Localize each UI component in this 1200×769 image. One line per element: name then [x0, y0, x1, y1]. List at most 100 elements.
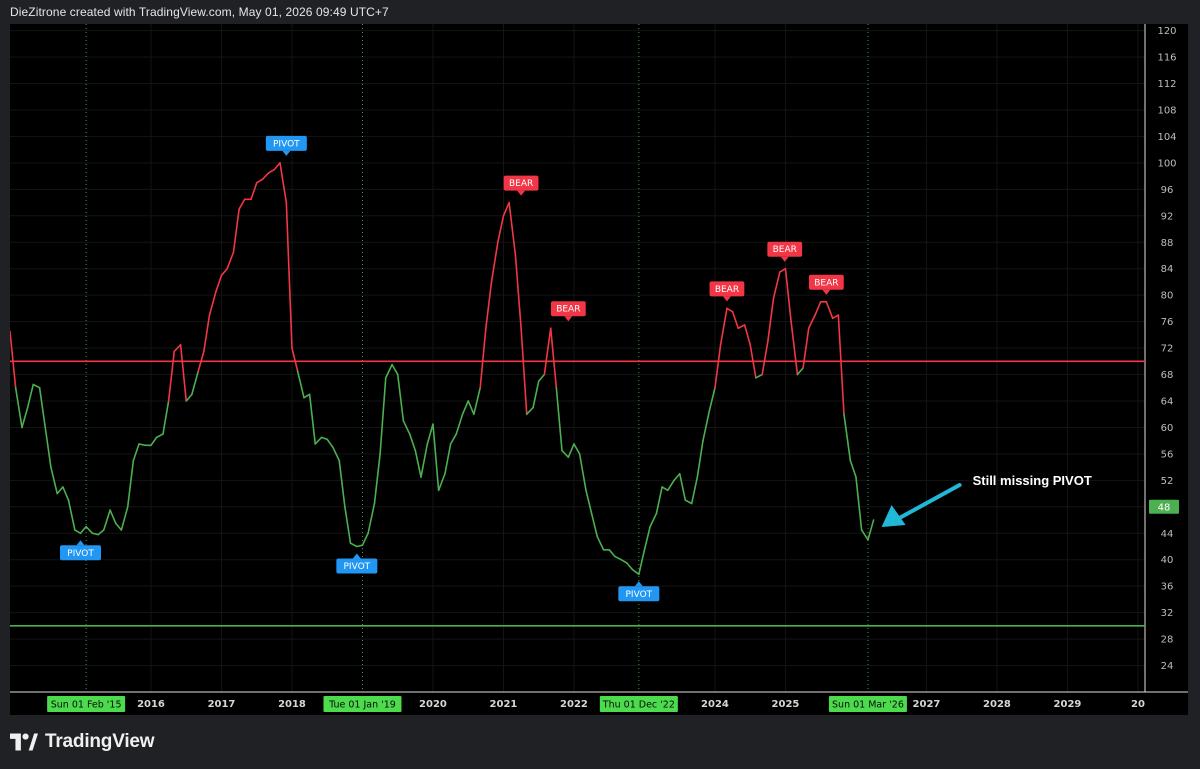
- series-segment: [132, 443, 140, 462]
- y-tick-label: 56: [1161, 449, 1174, 460]
- series-segment: [291, 347, 299, 373]
- series-segment: [373, 453, 381, 505]
- tradingview-logo[interactable]: TradingView: [10, 731, 155, 753]
- series-segment: [255, 178, 264, 184]
- series-segment: [655, 486, 663, 515]
- series-segment: [102, 509, 111, 531]
- y-tick-label: 76: [1161, 317, 1174, 328]
- bear-tag-label: BEAR: [715, 285, 739, 295]
- series-segment: [391, 363, 399, 376]
- series-segment: [578, 453, 587, 492]
- y-tick-label: 100: [1157, 158, 1176, 169]
- x-tick-label: 2024: [701, 699, 729, 710]
- series-segment: [726, 307, 734, 313]
- y-tick-label: 116: [1157, 53, 1176, 64]
- bear-tag-pointer: [564, 316, 573, 322]
- pivot-tag-label: PIVOT: [344, 562, 371, 572]
- series-segment: [696, 439, 704, 478]
- series-segment: [120, 506, 129, 531]
- date-badge-label: Sun 01 Mar '26: [832, 700, 904, 711]
- x-tick-label: 2029: [1054, 699, 1082, 710]
- y-tick-label: 40: [1161, 555, 1174, 566]
- series-segment: [303, 393, 311, 399]
- series-segment: [384, 363, 393, 379]
- series-segment: [638, 549, 646, 576]
- series-segment: [215, 274, 223, 293]
- series-segment: [831, 314, 840, 320]
- x-tick-label: 2018: [278, 699, 306, 710]
- series-segment: [860, 529, 869, 541]
- series-segment: [220, 267, 228, 277]
- series-segment: [555, 386, 563, 452]
- series-segment: [743, 324, 752, 346]
- date-badge-label: Tue 01 Jan '19: [328, 700, 396, 711]
- series-segment: [532, 380, 540, 409]
- y-tick-label: 24: [1161, 661, 1174, 672]
- series-segment: [155, 433, 164, 439]
- series-segment: [814, 300, 822, 316]
- series-segment: [185, 393, 193, 402]
- y-tick-label: 104: [1157, 132, 1176, 143]
- bear-tag-label: BEAR: [556, 305, 580, 315]
- series-segment: [596, 535, 605, 551]
- series-segment: [396, 373, 405, 422]
- series-segment: [849, 459, 857, 478]
- chart-footer: [0, 715, 1200, 769]
- series-segment: [314, 436, 323, 445]
- series-segment: [21, 406, 29, 429]
- series-segment: [626, 562, 634, 571]
- x-tick-label: 2022: [560, 699, 588, 710]
- series-segment: [649, 512, 658, 528]
- series-segment: [767, 297, 775, 343]
- last-value-label: 48: [1158, 502, 1171, 513]
- chart-header: DieZitrone created with TradingView.com,…: [0, 0, 1200, 24]
- series-segment: [14, 386, 23, 429]
- chart-frame[interactable]: 24 28 32 36 40 44 48 52 56 60 64 68 72 76 80 84 88 92 96 10…: [10, 24, 1188, 715]
- series-segment: [238, 198, 246, 210]
- callout-text: Still missing PIVOT: [973, 473, 1092, 488]
- series-segment: [455, 413, 464, 435]
- series-segment: [162, 400, 170, 435]
- y-tick-label: 80: [1161, 291, 1174, 302]
- series-segment: [508, 201, 517, 257]
- date-badge-label: Sun 01 Feb '15: [51, 700, 122, 711]
- x-tick-label: 2017: [208, 699, 236, 710]
- series-segment: [714, 343, 722, 389]
- bear-tag-pointer: [780, 256, 789, 262]
- y-tick-label: 36: [1161, 582, 1174, 593]
- series-segment: [643, 525, 651, 551]
- series-segment: [867, 519, 875, 541]
- series-segment: [549, 327, 558, 389]
- series-segment: [338, 459, 346, 508]
- series-segment: [666, 479, 675, 492]
- series-segment: [543, 327, 552, 376]
- series-segment: [437, 472, 446, 492]
- series-segment: [490, 241, 499, 283]
- series-segment: [320, 436, 329, 441]
- x-tick-label: 2025: [772, 699, 800, 710]
- y-tick-label: 108: [1157, 105, 1176, 116]
- series-segment: [261, 172, 270, 181]
- header-caption: DieZitrone created with TradingView.com,…: [10, 5, 389, 19]
- y-tick-label: 52: [1161, 476, 1174, 487]
- series-segment: [379, 377, 387, 455]
- series-segment: [737, 324, 746, 330]
- series-segment: [296, 370, 305, 399]
- series-segment: [285, 201, 293, 349]
- series-segment: [308, 393, 317, 445]
- series-segment: [479, 327, 487, 389]
- series-segment: [525, 406, 534, 416]
- series-segment: [344, 506, 352, 544]
- y-tick-label: 64: [1161, 396, 1174, 407]
- series-segment: [32, 383, 41, 389]
- series-segment: [85, 525, 94, 535]
- y-tick-label: 32: [1161, 608, 1174, 619]
- y-tick-label: 44: [1161, 529, 1174, 540]
- y-tick-label: 120: [1157, 26, 1176, 37]
- rsi-chart[interactable]: 24 28 32 36 40 44 48 52 56 60 64 68 72 76 80 84 88 92 96 10…: [10, 24, 1188, 715]
- series-segment: [497, 215, 505, 244]
- series-segment: [226, 251, 235, 270]
- series-segment: [62, 486, 70, 501]
- series-segment: [138, 443, 147, 447]
- series-segment: [537, 373, 546, 382]
